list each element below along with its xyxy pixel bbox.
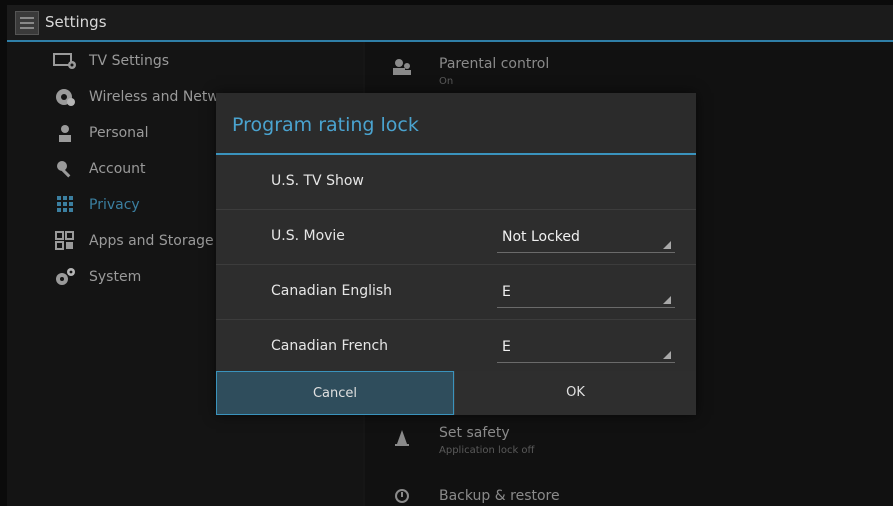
- sidebar-item-label: System: [89, 269, 142, 285]
- set-safety-title: Set safety: [439, 425, 510, 441]
- title-bar: Settings: [7, 5, 893, 42]
- sidebar-item-label: Account: [89, 161, 146, 177]
- cone-icon: [391, 429, 413, 451]
- canadian-english-rating-dropdown[interactable]: E: [497, 279, 675, 308]
- sidebar-item-tv-settings[interactable]: TV Settings: [7, 45, 363, 81]
- dropdown-value: E: [502, 284, 511, 300]
- person-icon: [53, 123, 77, 145]
- dropdown-arrow-icon: [663, 241, 671, 249]
- canadian-french-rating-dropdown[interactable]: E: [497, 334, 675, 363]
- program-rating-lock-dialog: Program rating lock U.S. TV Show U.S. Mo…: [216, 93, 696, 415]
- network-icon: [53, 87, 77, 109]
- backup-restore-title: Backup & restore: [439, 488, 560, 504]
- parental-control-status: On: [439, 76, 454, 87]
- rating-row-us-tv-show[interactable]: U.S. TV Show: [216, 155, 696, 210]
- privacy-grid-icon: [53, 195, 77, 217]
- app-title: Settings: [45, 13, 107, 31]
- rating-row-us-movie: U.S. Movie Not Locked: [216, 210, 696, 265]
- set-safety-item[interactable]: Set safety Application lock off: [365, 417, 893, 473]
- sidebar-item-label: Wireless and Netwo: [89, 89, 228, 105]
- rating-row-canadian-english: Canadian English E: [216, 265, 696, 320]
- sidebar-item-label: Personal: [89, 125, 149, 141]
- apps-icon: [53, 231, 77, 253]
- dialog-title: Program rating lock: [232, 114, 419, 136]
- rating-row-label: U.S. TV Show: [271, 173, 364, 189]
- backup-restore-item[interactable]: Backup & restore: [365, 482, 893, 506]
- cancel-button[interactable]: Cancel: [216, 371, 454, 415]
- dropdown-value: Not Locked: [502, 229, 580, 245]
- dialog-header: Program rating lock: [216, 93, 696, 155]
- parental-control-title: Parental control: [439, 56, 550, 72]
- gears-icon: [53, 267, 77, 289]
- us-movie-rating-dropdown[interactable]: Not Locked: [497, 224, 675, 253]
- dropdown-value: E: [502, 339, 511, 355]
- sidebar-item-label: Apps and Storage: [89, 233, 214, 249]
- sidebar-item-label: TV Settings: [89, 53, 170, 69]
- set-safety-status: Application lock off: [439, 445, 535, 456]
- rating-row-canadian-french: Canadian French E: [216, 320, 696, 371]
- parental-icon: [391, 58, 413, 80]
- key-icon: [53, 159, 77, 181]
- ok-button[interactable]: OK: [455, 371, 696, 415]
- backup-icon: [391, 488, 413, 506]
- tv-gear-icon: [53, 51, 77, 73]
- rating-row-label: U.S. Movie: [271, 228, 345, 244]
- dropdown-arrow-icon: [663, 296, 671, 304]
- dropdown-arrow-icon: [663, 351, 671, 359]
- settings-app-icon: [15, 11, 39, 35]
- rating-row-label: Canadian French: [271, 338, 389, 354]
- sidebar-item-label: Privacy: [89, 197, 140, 213]
- parental-control-item[interactable]: Parental control On: [365, 42, 893, 98]
- rating-row-label: Canadian English: [271, 283, 393, 299]
